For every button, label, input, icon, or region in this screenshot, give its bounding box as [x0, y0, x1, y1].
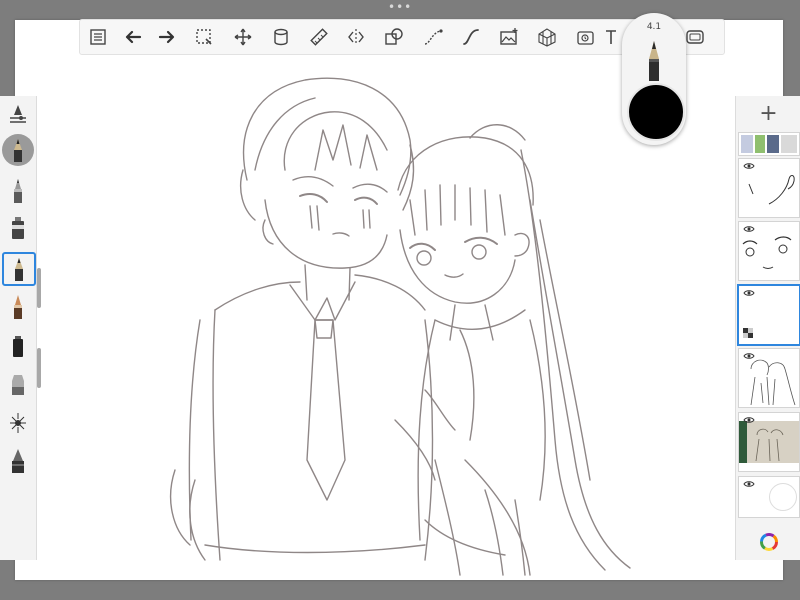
visibility-eye-icon[interactable]	[743, 480, 755, 488]
fill-bucket-icon[interactable]	[262, 22, 300, 52]
redo-icon[interactable]	[150, 22, 184, 52]
curve-stroke-icon[interactable]	[414, 22, 452, 52]
layer-list-icon[interactable]	[80, 22, 116, 52]
symmetry-icon[interactable]	[338, 22, 374, 52]
visibility-eye-icon[interactable]	[743, 162, 755, 170]
fill-brush-icon[interactable]	[3, 446, 33, 476]
selection-icon[interactable]	[184, 22, 224, 52]
layer-alpha-lock-icon[interactable]	[743, 328, 753, 338]
brush-panel	[0, 96, 37, 560]
layer-thumbnail	[741, 135, 797, 153]
time-lapse-icon[interactable]	[566, 22, 604, 52]
airbrush-brush-icon[interactable]	[3, 214, 33, 244]
current-brush-icon[interactable]	[2, 134, 34, 166]
top-ellipsis-handle[interactable]: •••	[388, 1, 412, 13]
layer-color-strip[interactable]	[738, 132, 800, 156]
smudge-brush-icon[interactable]	[3, 408, 33, 438]
transform-icon[interactable]	[224, 22, 262, 52]
image-import-icon[interactable]	[490, 22, 528, 52]
background-color-swatch[interactable]	[769, 483, 797, 511]
layer-ear-sketch[interactable]	[738, 158, 800, 218]
layer-photo-reference[interactable]	[738, 412, 800, 472]
current-color-swatch[interactable]	[627, 83, 685, 141]
ruler-icon[interactable]	[300, 22, 338, 52]
shape-icon[interactable]	[374, 22, 414, 52]
paintbrush-brush-icon[interactable]	[2, 252, 36, 286]
visibility-eye-icon[interactable]	[743, 289, 755, 297]
left-panel-handle-upper[interactable]	[37, 268, 41, 308]
pencil-brush-icon	[649, 41, 659, 81]
brush-puck[interactable]: 4.1	[622, 13, 686, 145]
brush-settings-icon[interactable]	[3, 98, 33, 128]
visibility-eye-icon[interactable]	[743, 225, 755, 233]
pencil-brush-icon[interactable]	[3, 176, 33, 206]
marker-brush-icon[interactable]	[3, 292, 33, 322]
add-layer-button[interactable]: +	[736, 98, 800, 130]
eraser-brush-icon[interactable]	[3, 370, 33, 400]
color-wheel-icon	[759, 533, 778, 551]
predictive-stroke-icon[interactable]	[452, 22, 490, 52]
visibility-eye-icon[interactable]	[743, 416, 755, 424]
layer-background[interactable]	[738, 476, 800, 518]
undo-icon[interactable]	[116, 22, 150, 52]
ink-brush-icon[interactable]	[3, 332, 33, 362]
visibility-eye-icon[interactable]	[743, 352, 755, 360]
layers-panel: +	[735, 96, 800, 560]
layer-figures-sketch[interactable]	[738, 348, 800, 408]
text-icon[interactable]	[604, 22, 618, 52]
layer-eyes-sketch[interactable]	[738, 221, 800, 281]
color-wheel-button[interactable]	[736, 524, 800, 560]
brush-size-label: 4.1	[646, 22, 662, 32]
perspective-grid-icon[interactable]	[528, 22, 566, 52]
layer-empty[interactable]	[737, 284, 800, 346]
left-panel-handle-lower[interactable]	[37, 348, 41, 388]
